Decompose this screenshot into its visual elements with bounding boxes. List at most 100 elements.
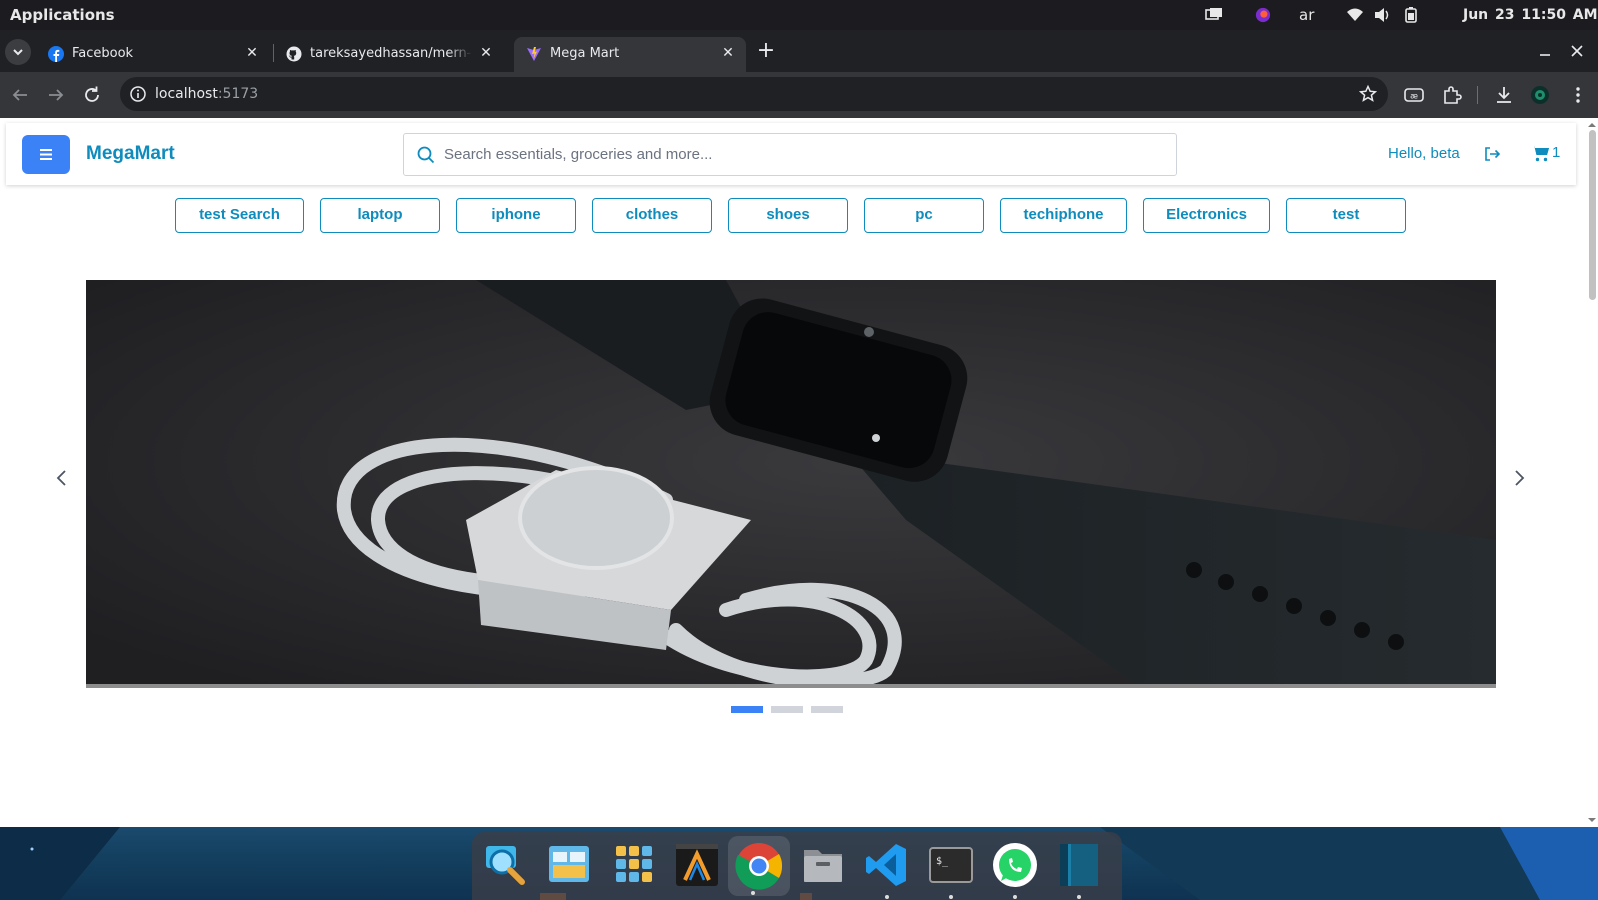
magnifier-app-icon (486, 846, 525, 885)
category-chip[interactable]: laptop (320, 198, 440, 233)
vite-icon (527, 47, 541, 61)
tab-mega-mart[interactable]: Mega Mart ✕ (514, 37, 746, 72)
close-tab-icon[interactable]: ✕ (476, 43, 496, 63)
web-page: MegaMart Hello, beta 1 test Search lapto… (0, 118, 1598, 827)
hamburger-icon (40, 149, 52, 160)
scrollbar-thumb[interactable] (1589, 130, 1596, 300)
dock-sidebar-app[interactable] (1054, 840, 1104, 899)
logout-icon[interactable] (1482, 144, 1502, 164)
url-host: localhost (155, 86, 218, 102)
dock-vscode[interactable] (862, 840, 912, 899)
svg-text:æ: æ (1410, 92, 1418, 101)
menu-button[interactable] (22, 135, 70, 174)
category-chip[interactable]: techiphone (1000, 198, 1127, 233)
dock-search-app[interactable] (480, 840, 530, 890)
applications-menu[interactable]: Applications (10, 6, 115, 24)
cart-button[interactable]: 1 (1530, 143, 1574, 165)
dock-file-cabinet[interactable] (798, 840, 848, 890)
chevron-down-icon (13, 49, 23, 56)
forward-arrow-icon[interactable] (44, 83, 68, 107)
address-bar[interactable]: localhost:5173 (120, 77, 1388, 111)
translate-icon[interactable]: æ (1402, 83, 1426, 107)
search-icon (417, 146, 435, 164)
dock-terminal[interactable]: $_ (926, 840, 976, 899)
minimize-window-icon[interactable] (1538, 44, 1552, 58)
folder-app-icon (804, 850, 842, 882)
category-chip[interactable]: test (1286, 198, 1406, 233)
browser-toolbar: localhost:5173 æ (0, 72, 1598, 118)
page-scrollbar[interactable] (1586, 118, 1598, 827)
github-icon (286, 46, 302, 62)
new-tab-button[interactable]: + (756, 40, 776, 64)
url-port: :5173 (217, 86, 259, 102)
tab-title: Facebook (72, 46, 134, 61)
svg-text:$_: $_ (936, 856, 949, 867)
carousel-bottom-edge (86, 684, 1496, 688)
smartwatch-product-image (86, 280, 1496, 684)
battery-icon[interactable] (1405, 7, 1417, 23)
screen-share-icon[interactable] (1205, 7, 1223, 23)
extensions-puzzle-icon[interactable] (1440, 83, 1464, 107)
search-input[interactable] (444, 140, 1164, 169)
code-editor-app-icon (676, 844, 718, 886)
category-chip[interactable]: pc (864, 198, 984, 233)
cart-count-badge: 1 (1552, 144, 1561, 161)
carousel-prev-chevron-icon[interactable] (52, 466, 72, 490)
cart-icon (1531, 145, 1549, 162)
site-header: MegaMart Hello, beta 1 (6, 123, 1576, 185)
tab-title: Mega Mart (550, 46, 620, 61)
dock-code-editor[interactable] (672, 840, 722, 890)
hero-carousel-slide[interactable] (86, 280, 1496, 684)
dock-chrome[interactable] (728, 836, 790, 896)
terminal-app-icon: $_ (929, 847, 973, 883)
category-chip[interactable]: test Search (175, 198, 304, 233)
back-arrow-icon[interactable] (8, 83, 32, 107)
file-manager-icon (549, 846, 589, 882)
tab-title: tareksayedhassan/mern-sta (310, 46, 472, 61)
category-chip[interactable]: clothes (592, 198, 712, 233)
category-chip[interactable]: shoes (728, 198, 848, 233)
url-text[interactable]: localhost:5173 (155, 86, 258, 102)
wifi-icon[interactable] (1346, 7, 1364, 23)
search-bar[interactable] (403, 133, 1177, 176)
tab-github[interactable]: tareksayedhassan/mern-sta ✕ (274, 37, 510, 72)
vscode-app-icon (866, 844, 906, 886)
app-dock: $_ (472, 832, 1122, 900)
scroll-down-arrow-icon[interactable] (1588, 816, 1596, 824)
carousel-next-chevron-icon[interactable] (1509, 466, 1529, 490)
profile-avatar-icon[interactable] (1528, 83, 1552, 107)
clock[interactable]: Jun 23 11:50 AM (1463, 7, 1598, 23)
carousel-indicator-1[interactable] (731, 706, 763, 713)
close-tab-icon[interactable]: ✕ (242, 43, 262, 63)
reload-icon[interactable] (80, 83, 104, 107)
app-grid-icon (616, 846, 652, 882)
download-icon[interactable] (1492, 83, 1516, 107)
brand-logo[interactable]: MegaMart (86, 143, 175, 165)
toolbar-divider (1477, 86, 1478, 104)
user-greeting[interactable]: Hello, beta (1388, 145, 1460, 162)
keyboard-layout-indicator[interactable]: ar (1299, 6, 1314, 24)
more-menu-icon[interactable] (1566, 83, 1590, 107)
site-info-icon[interactable] (128, 84, 148, 104)
sidebar-app-icon (1060, 844, 1098, 886)
close-window-icon[interactable] (1570, 44, 1584, 58)
dock-files-manager[interactable] (544, 840, 594, 890)
category-chip[interactable]: Electronics (1143, 198, 1270, 233)
os-top-bar: Applications ar Jun 23 11:50 AM (0, 0, 1598, 30)
chrome-app-icon (735, 843, 783, 890)
carousel-indicator-2[interactable] (771, 706, 803, 713)
facebook-icon (48, 46, 64, 62)
tab-search-button[interactable] (5, 39, 31, 65)
app-indicator-icon[interactable] (1254, 7, 1272, 23)
dock-whatsapp[interactable] (990, 840, 1040, 899)
category-chips: test Search laptop iphone clothes shoes … (0, 198, 1598, 236)
scroll-up-arrow-icon[interactable] (1588, 121, 1596, 129)
dock-app-grid[interactable] (608, 840, 658, 890)
bookmark-star-icon[interactable] (1358, 84, 1378, 104)
close-tab-icon[interactable]: ✕ (718, 43, 738, 63)
whatsapp-app-icon (993, 843, 1037, 887)
tab-facebook[interactable]: Facebook ✕ (36, 37, 268, 72)
category-chip[interactable]: iphone (456, 198, 576, 233)
volume-icon[interactable] (1374, 7, 1392, 23)
carousel-indicator-3[interactable] (811, 706, 843, 713)
